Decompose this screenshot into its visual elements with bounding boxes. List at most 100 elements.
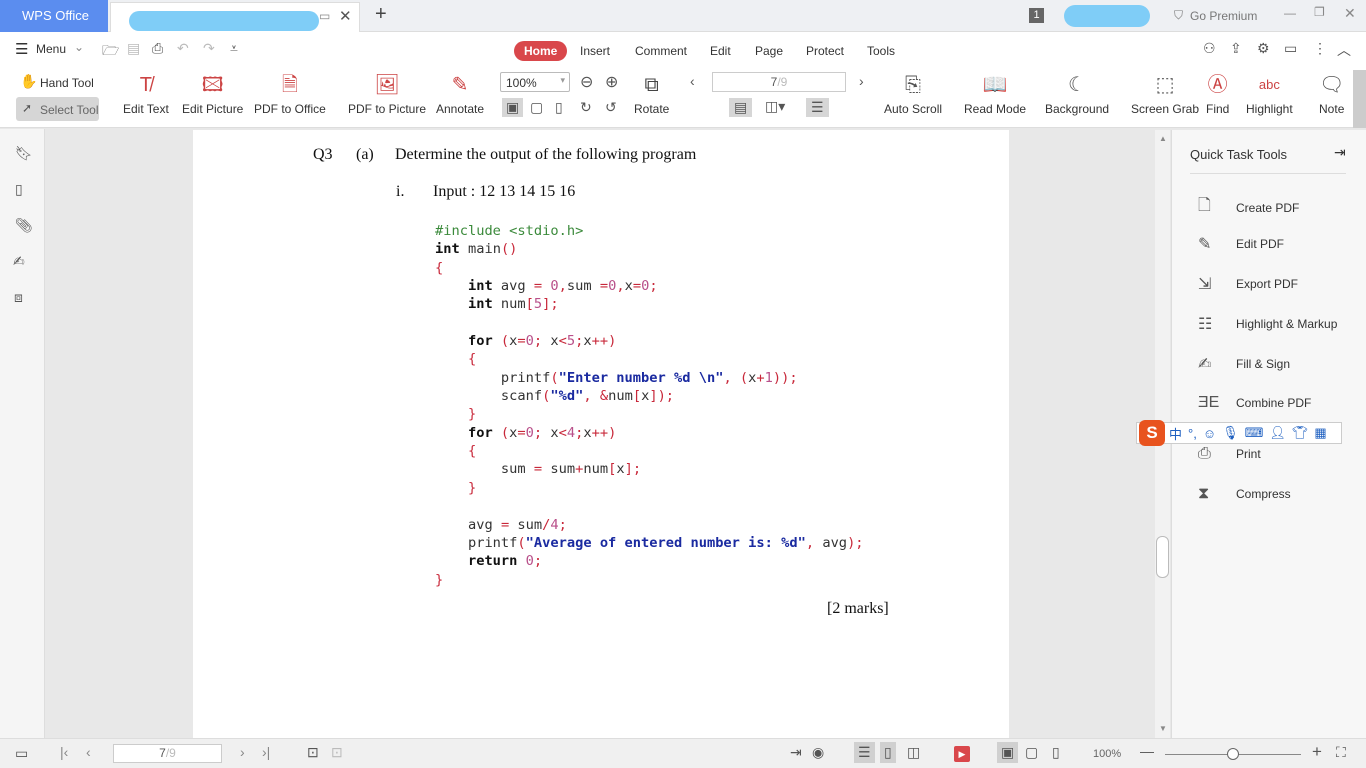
redacted-account[interactable]	[1064, 5, 1150, 27]
ocr-icon[interactable]: ⧈	[14, 289, 23, 306]
fit-width-icon[interactable]: ▯	[1052, 744, 1060, 761]
tab-page[interactable]: Page	[745, 41, 793, 61]
screen-grab-button[interactable]: ⬚ Screen Grab	[1131, 70, 1199, 116]
wps-home-tab[interactable]: WPS Office	[0, 0, 108, 32]
pin-icon[interactable]: ▭	[319, 9, 330, 23]
chevron-down-icon[interactable]: ⌄	[74, 40, 84, 54]
zoom-out-icon[interactable]: ⊖	[580, 72, 593, 92]
scroll-down-icon[interactable]: ▼	[1159, 724, 1167, 733]
tab-insert[interactable]: Insert	[570, 41, 620, 61]
bookmark-icon[interactable]: 🔖︎	[15, 145, 33, 162]
status-zoom-select[interactable]: 100%	[1093, 748, 1121, 760]
fullscreen-icon[interactable]: ⛶	[1336, 744, 1346, 761]
auto-scroll-button[interactable]: ⎘ Auto Scroll	[884, 70, 942, 116]
export-icon[interactable]: ⇥	[790, 744, 802, 761]
chinese-mode-icon[interactable]: 中	[1169, 424, 1182, 443]
rotate-left-icon[interactable]: ↺	[605, 99, 617, 116]
redo-icon[interactable]: ↷	[203, 40, 215, 57]
window-count-badge[interactable]: 1	[1029, 8, 1044, 23]
actual-size-icon[interactable]: ▣	[502, 98, 524, 117]
create-pdf-item[interactable]: 🗋 Create PDF	[1198, 194, 1299, 221]
status-page-input[interactable]: 7/9	[113, 744, 222, 763]
pdf-to-office-button[interactable]: 🗎 PDF to Office	[254, 70, 326, 116]
microphone-icon[interactable]: 🎙︎	[1222, 425, 1239, 441]
undo-icon[interactable]: ↶	[177, 40, 189, 57]
tab-edit[interactable]: Edit	[700, 41, 741, 61]
highlight-markup-item[interactable]: ☷ Highlight & Markup	[1198, 314, 1337, 334]
share-icon[interactable]: ⇪	[1230, 40, 1242, 57]
annotate-button[interactable]: ✎ Annotate	[436, 70, 484, 116]
highlight-button[interactable]: abc Highlight	[1246, 70, 1293, 116]
compress-item[interactable]: ⧗ Compress	[1198, 485, 1291, 503]
new-tab-icon[interactable]: +	[375, 3, 387, 26]
attachment-icon[interactable]: 📎︎	[15, 217, 33, 234]
tab-protect[interactable]: Protect	[796, 41, 854, 61]
comment-icon[interactable]: ▭	[1284, 40, 1297, 57]
dual-view-icon[interactable]: ◫	[907, 744, 920, 761]
sogou-logo-icon[interactable]: S	[1139, 420, 1165, 446]
next-page-icon[interactable]: ›	[859, 73, 864, 89]
next-page-icon[interactable]: ›	[240, 744, 245, 760]
first-page-icon[interactable]: |‹	[60, 744, 68, 760]
background-button[interactable]: ☾ Background	[1045, 70, 1109, 116]
signature-icon[interactable]: ✍︎	[13, 253, 25, 270]
ribbon-scroll-right[interactable]	[1353, 70, 1366, 128]
eye-protection-icon[interactable]: ◉	[812, 744, 824, 761]
zoom-out-icon[interactable]: —	[1140, 743, 1154, 759]
export-pdf-item[interactable]: ⇲ Export PDF	[1198, 274, 1298, 294]
thumbnails-icon[interactable]: ▯	[15, 181, 23, 198]
edit-text-button[interactable]: T̸ Edit Text	[123, 70, 169, 116]
fill-sign-item[interactable]: ✍︎ Fill & Sign	[1198, 354, 1290, 374]
edit-picture-button[interactable]: 🖾 Edit Picture	[182, 70, 243, 116]
ime-toolbar[interactable]: S 中 °, ☺ 🎙︎ ⌨ 👤︎ 👕︎ ▦	[1136, 420, 1342, 446]
actual-size-icon[interactable]: ▣	[997, 742, 1019, 763]
close-tab-icon[interactable]: ✕	[339, 7, 352, 25]
zoom-select[interactable]: 100% ▾	[500, 72, 570, 92]
back-icon[interactable]: ⊡	[307, 744, 319, 761]
close-window-icon[interactable]: ✕	[1344, 5, 1356, 22]
play-icon[interactable]: ▶	[954, 746, 970, 762]
fit-page-icon[interactable]: ▢	[1025, 744, 1038, 761]
collapse-ribbon-icon[interactable]: ︿	[1337, 40, 1351, 60]
prev-page-icon[interactable]: ‹	[86, 744, 91, 760]
single-view-icon[interactable]: ▯	[880, 742, 896, 763]
hamburger-icon[interactable]: ☰	[15, 40, 28, 58]
restore-icon[interactable]: ❐	[1314, 5, 1325, 19]
rotate-right-icon[interactable]: ↻	[580, 99, 592, 116]
edit-pdf-item[interactable]: ✎ Edit PDF	[1198, 234, 1284, 254]
settings-icon[interactable]: ⚙	[1257, 40, 1270, 57]
rotate-button[interactable]: ⧉ Rotate	[634, 70, 669, 116]
user-icon[interactable]: 👤︎	[1269, 425, 1286, 441]
customize-icon[interactable]: ⩡	[230, 40, 238, 57]
zoom-in-icon[interactable]: +	[1312, 742, 1322, 762]
page-number-input[interactable]: 7/9	[712, 72, 846, 92]
emoji-icon[interactable]: ☺	[1203, 426, 1216, 441]
collapse-panel-icon[interactable]: ⇥	[1334, 144, 1346, 161]
more-icon[interactable]: ⋮	[1313, 40, 1327, 57]
note-button[interactable]: 🗨 Note	[1319, 70, 1344, 116]
print-icon[interactable]: ⎙	[152, 40, 163, 57]
fit-page-icon[interactable]: ▢	[530, 99, 543, 116]
tab-home[interactable]: Home	[514, 41, 568, 61]
go-premium-button[interactable]: Go Premium	[1190, 9, 1257, 23]
tab-comment[interactable]: Comment	[625, 41, 697, 61]
continuous-view-icon[interactable]: ☰	[854, 742, 875, 763]
apps-icon[interactable]: ▦	[1314, 425, 1326, 441]
tab-tools[interactable]: Tools	[857, 41, 905, 61]
select-tool-button[interactable]: ➚ Select Tool	[16, 97, 99, 121]
prev-page-icon[interactable]: ‹	[690, 73, 695, 89]
combine-pdf-item[interactable]: ƎE Combine PDF	[1198, 394, 1311, 412]
keyboard-icon[interactable]: ⌨	[1245, 425, 1264, 441]
menu-button[interactable]: Menu	[36, 42, 66, 56]
single-page-icon[interactable]: ▤	[729, 98, 753, 117]
last-page-icon[interactable]: ›|	[262, 744, 270, 760]
zoom-slider[interactable]	[1165, 748, 1301, 760]
pdf-to-picture-button[interactable]: 🖼 PDF to Picture	[348, 70, 426, 116]
read-mode-button[interactable]: 📖 Read Mode	[964, 70, 1026, 116]
zoom-slider-thumb[interactable]	[1227, 748, 1239, 760]
two-page-icon[interactable]: ◫▾	[765, 98, 785, 115]
scroll-up-icon[interactable]: ▲	[1159, 134, 1167, 143]
save-icon[interactable]: ▤	[127, 40, 140, 57]
skin-icon[interactable]: 👕︎	[1292, 425, 1309, 441]
document-tab[interactable]: ▭ ✕	[110, 2, 360, 32]
